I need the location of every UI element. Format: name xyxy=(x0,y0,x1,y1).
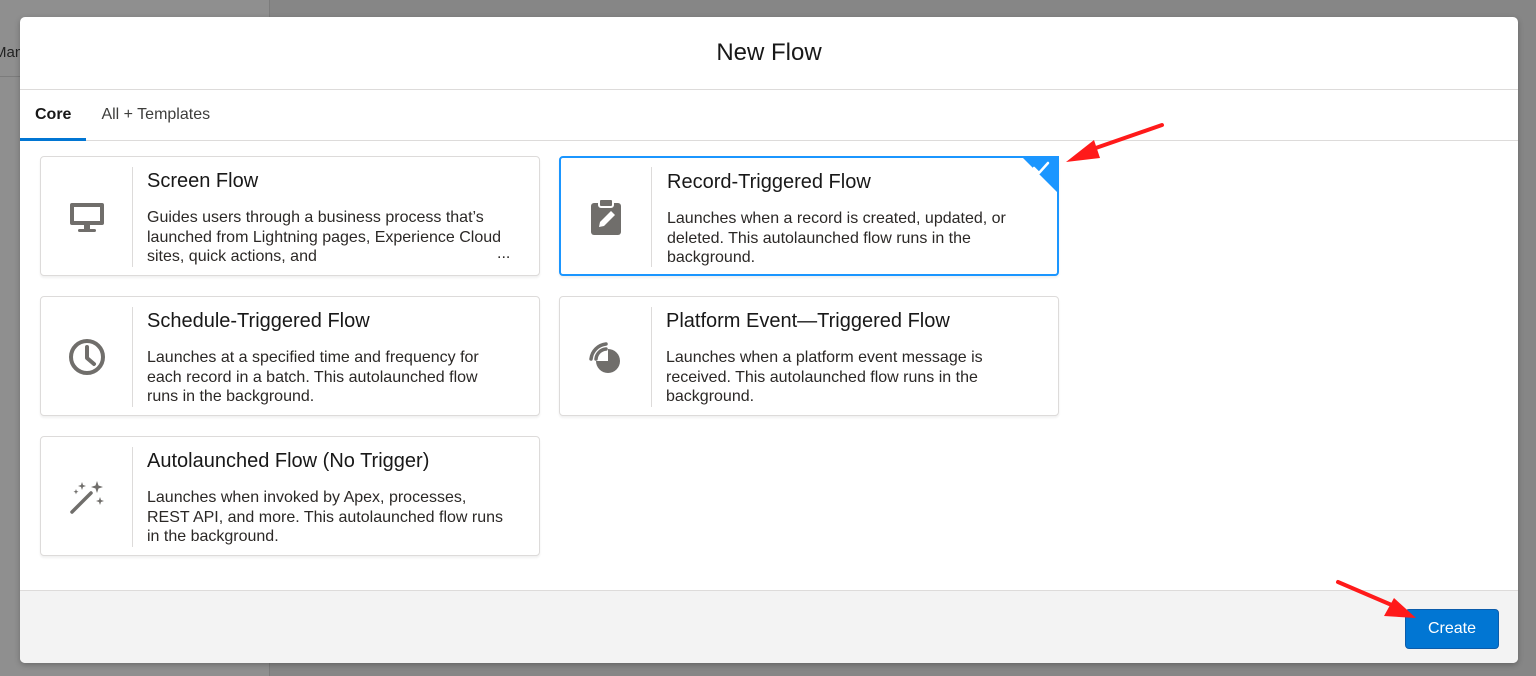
clock-icon xyxy=(68,339,105,375)
modal-footer: Create xyxy=(20,590,1518,663)
card-description: Launches when a platform event message i… xyxy=(666,349,983,405)
card-title: Screen Flow xyxy=(147,170,259,192)
card-description: Launches when a record is created, updat… xyxy=(667,210,1006,266)
platform-event-icon xyxy=(588,342,620,373)
checkmark-icon xyxy=(1032,161,1050,175)
card-autolaunched-flow[interactable]: Autolaunched Flow (No Trigger) Launches … xyxy=(40,436,540,556)
card-icon-container xyxy=(41,307,133,407)
tab-all-templates[interactable]: All + Templates xyxy=(86,90,225,140)
modal-title: New Flow xyxy=(716,39,822,66)
card-title: Autolaunched Flow (No Trigger) xyxy=(147,450,430,472)
card-icon-container xyxy=(560,307,652,407)
clipboard-edit-icon xyxy=(590,198,621,235)
tab-bar: Core All + Templates xyxy=(20,90,1518,141)
description-ellipsis[interactable]: ... xyxy=(497,245,510,263)
card-title: Platform Event—Triggered Flow xyxy=(666,310,950,332)
card-icon-container xyxy=(41,447,133,547)
card-description: Launches at a specified time and frequen… xyxy=(147,349,479,405)
card-record-triggered-flow[interactable]: Record-Triggered Flow Launches when a re… xyxy=(559,156,1059,276)
card-platform-event-triggered-flow[interactable]: Platform Event—Triggered Flow Launches w… xyxy=(559,296,1059,416)
card-schedule-triggered-flow[interactable]: Schedule-Triggered Flow Launches at a sp… xyxy=(40,296,540,416)
annotation-arrow-create-button xyxy=(1336,580,1416,618)
flow-type-grid: Screen Flow Guides users through a busin… xyxy=(20,141,1518,589)
card-icon-container xyxy=(560,167,652,267)
modal-header: New Flow xyxy=(20,17,1518,90)
card-title: Schedule-Triggered Flow xyxy=(147,310,370,332)
magic-wand-icon xyxy=(69,481,104,514)
card-title: Record-Triggered Flow xyxy=(667,171,871,193)
tab-core[interactable]: Core xyxy=(20,90,87,141)
card-description: Launches when invoked by Apex, processes… xyxy=(147,489,504,545)
card-icon-container xyxy=(41,167,133,267)
monitor-icon xyxy=(69,203,104,232)
annotation-arrow-selected-card xyxy=(1066,123,1164,162)
new-flow-modal: New Flow Core All + Templates Screen Flo… xyxy=(20,17,1518,663)
card-screen-flow[interactable]: Screen Flow Guides users through a busin… xyxy=(40,156,540,276)
card-description: Guides users through a business process … xyxy=(147,209,502,265)
